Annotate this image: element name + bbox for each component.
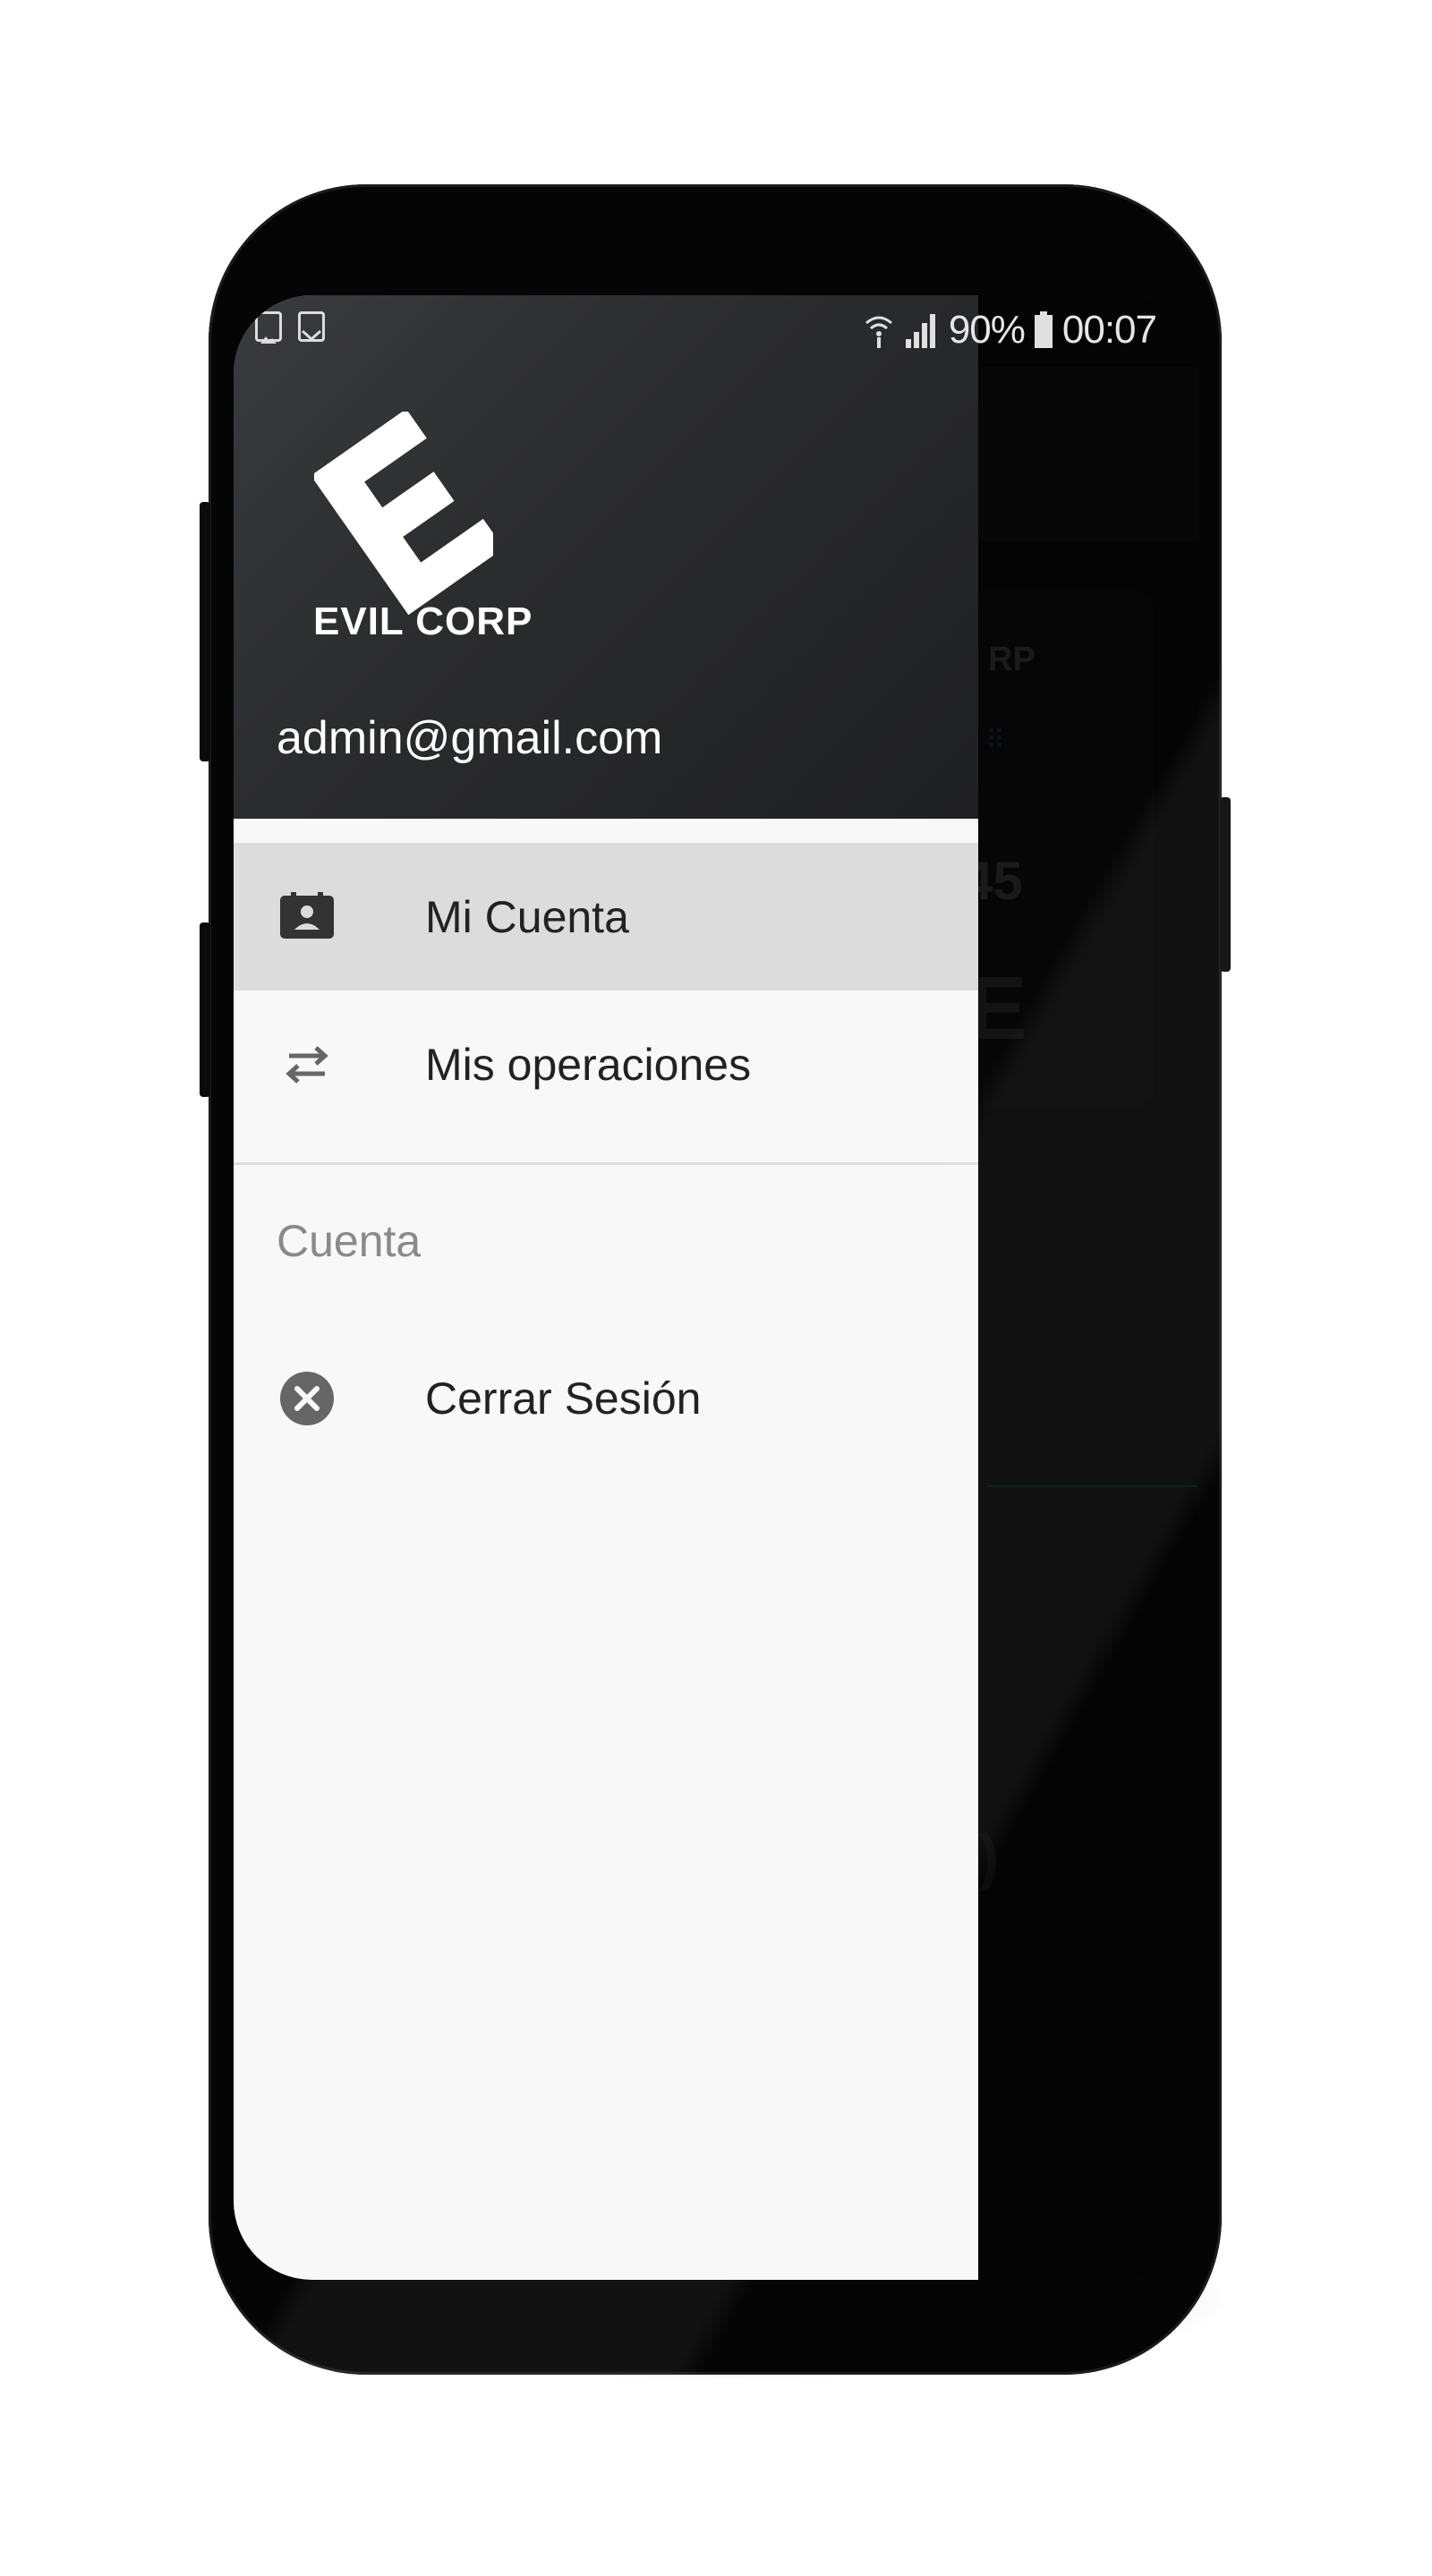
- menu-item-mis-operaciones[interactable]: Mis operaciones: [234, 990, 978, 1138]
- volume-button: [200, 502, 210, 761]
- menu-item-mi-cuenta[interactable]: Mi Cuenta: [234, 843, 978, 990]
- swap-arrows-icon: [278, 1036, 336, 1093]
- status-time: 00:07: [1061, 308, 1157, 352]
- drawer-header: EVIL CORP admin@gmail.com: [234, 295, 978, 819]
- menu-item-label: Mis operaciones: [425, 1039, 752, 1090]
- account-box-icon: [278, 888, 336, 946]
- drawer-menu: Mi Cuenta Mis operaciones: [234, 843, 978, 1165]
- user-email: admin@gmail.com: [277, 712, 663, 764]
- drawer-scrim[interactable]: [978, 295, 1198, 2280]
- navigation-drawer: EVIL CORP admin@gmail.com Mi Cuenta Mis …: [234, 295, 978, 2280]
- wifi-icon: [865, 316, 892, 348]
- battery-icon: [1034, 311, 1053, 348]
- logout-label: Cerrar Sesión: [425, 1373, 702, 1424]
- phone-screen: RP ⠿ 45 E ): [234, 295, 1198, 2280]
- menu-item-label: Mi Cuenta: [425, 891, 629, 942]
- evil-corp-logo-icon: [314, 412, 493, 616]
- power-button: [1220, 797, 1231, 972]
- logout-button[interactable]: Cerrar Sesión: [234, 1324, 978, 1472]
- section-title-cuenta: Cuenta: [277, 1216, 422, 1266]
- close-circle-icon: [278, 1370, 336, 1427]
- image-icon: [255, 311, 282, 344]
- battery-percent: 90%: [948, 308, 1026, 352]
- bixby-button: [200, 922, 210, 1097]
- gmail-icon: [298, 311, 325, 342]
- menu-divider: [234, 1162, 978, 1165]
- signal-icon: [905, 314, 935, 348]
- status-bar: 90% 00:07: [234, 295, 1198, 367]
- brand-name: EVIL CORP: [313, 599, 533, 643]
